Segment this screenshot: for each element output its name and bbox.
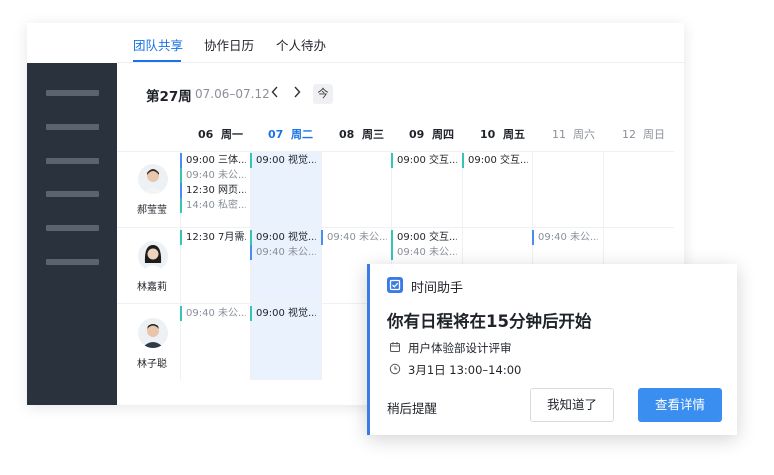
sidebar-item-5[interactable] [46, 225, 99, 231]
reminder-popup: 时间助手 你有日程将在15分钟后开始 用户体验部设计评审 3月1日 13:00–… [367, 264, 737, 435]
sidebar-item-2[interactable] [46, 124, 99, 130]
calendar-event[interactable]: 09:00 视觉... [250, 230, 316, 245]
avatar [138, 241, 168, 271]
calendar-event[interactable]: 14:40 私密... [180, 198, 246, 213]
week-date-range: 07.06–07.12 [195, 87, 270, 101]
today-column [250, 151, 321, 380]
calendar-event[interactable]: 09:40 未公... [180, 306, 246, 321]
person-name: 林子聪 [137, 359, 167, 370]
day-header-sat: 11 周六 [552, 128, 595, 141]
calendar-event[interactable]: 09:00 交互... [391, 153, 457, 168]
day-header-wed: 08 周三 [339, 128, 384, 141]
popup-heading: 你有日程将在15分钟后开始 [387, 312, 592, 331]
calendar-event[interactable]: 09:00 视觉... [250, 306, 316, 321]
acknowledge-button[interactable]: 我知道了 [530, 388, 614, 422]
checkbox-icon [387, 277, 403, 293]
calendar-event[interactable]: 09:40 未公... [250, 245, 316, 260]
chevron-right-icon[interactable] [290, 85, 304, 103]
day-header-thu: 09 周四 [409, 128, 454, 141]
tab-collab-calendar[interactable]: 协作日历 [204, 35, 254, 54]
calendar-event[interactable]: 09:40 未公... [391, 245, 457, 260]
avatar [138, 318, 168, 348]
calendar-event[interactable]: 09:40 未公... [321, 230, 387, 245]
clock-icon [389, 363, 401, 378]
calendar-event[interactable]: 09:00 交互... [462, 153, 528, 168]
today-button[interactable]: 今 [313, 84, 333, 104]
event-name: 用户体验部设计评审 [408, 341, 512, 355]
sidebar [27, 63, 117, 405]
tab-bar: 团队共享 协作日历 个人待办 [117, 23, 684, 63]
calendar-event[interactable]: 09:00 三体... [180, 153, 246, 168]
week-navigation: 第27周 07.06–07.12 今 [27, 84, 684, 105]
snooze-button[interactable]: 稍后提醒 [387, 398, 437, 417]
chevron-left-icon[interactable] [268, 85, 282, 103]
sidebar-item-4[interactable] [46, 191, 99, 197]
week-number: 第27周 [146, 89, 192, 105]
person-name: 林嘉莉 [137, 282, 167, 293]
sidebar-item-3[interactable] [46, 158, 99, 164]
day-header-mon: 06 周一 [198, 128, 243, 141]
person-name: 郝莹莹 [137, 205, 167, 216]
calendar-event[interactable]: 09:00 视觉... [250, 153, 316, 168]
calendar-event[interactable]: 09:40 未公... [532, 230, 598, 245]
view-details-button[interactable]: 查看详情 [638, 388, 722, 422]
calendar-event[interactable]: 09:00 交互... [391, 230, 457, 245]
day-header-sun: 12 周日 [622, 128, 665, 141]
calendar-event[interactable]: 09:40 未公... [180, 168, 246, 183]
calendar-event[interactable]: 12:30 网页... [180, 183, 246, 198]
day-header-tue: 07 周二 [268, 128, 313, 141]
tab-personal-todo[interactable]: 个人待办 [276, 35, 326, 54]
tab-team-shared[interactable]: 团队共享 [133, 35, 183, 54]
event-time: 3月1日 13:00–14:00 [408, 363, 522, 377]
calendar-icon [389, 341, 401, 356]
sidebar-item-6[interactable] [46, 259, 99, 265]
avatar [138, 164, 168, 194]
popup-title: 时间助手 [411, 281, 464, 296]
active-tab-indicator [133, 60, 181, 62]
day-header-fri: 10 周五 [480, 128, 525, 141]
calendar-event[interactable]: 12:30 7月需... [180, 230, 246, 245]
